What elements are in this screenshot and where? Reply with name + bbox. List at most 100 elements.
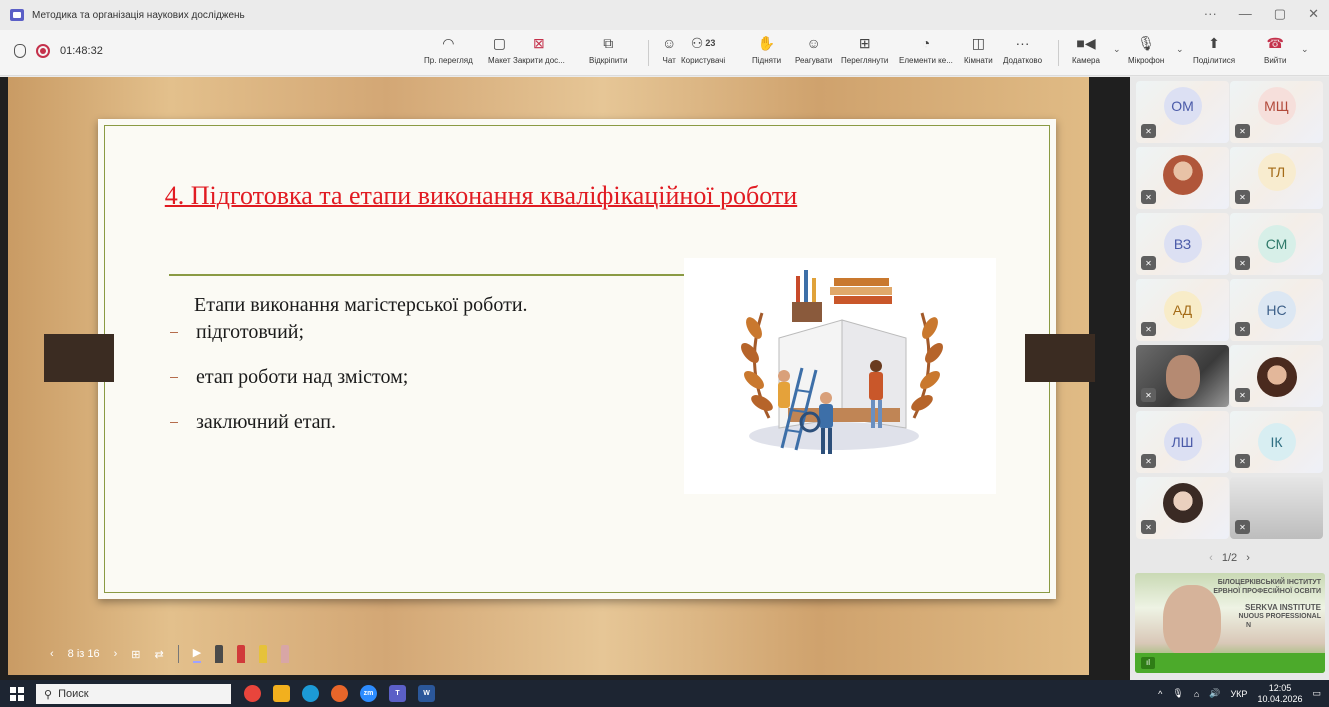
people-count: 23 <box>705 38 716 48</box>
microphone-tray-icon[interactable]: 🎙 <box>1172 688 1183 699</box>
presenter-video[interactable]: БІЛОЦЕРКІВСЬКИЙ ІНСТИТУТ ЕРВНОЇ ПРОФЕСІЙ… <box>1135 573 1325 673</box>
firefox-icon[interactable] <box>331 685 348 702</box>
minimize-button[interactable]: — <box>1239 6 1252 22</box>
previous-slide-button[interactable]: ‹ <box>50 648 54 660</box>
microphone-options-chevron-icon[interactable]: ⌄ <box>1176 44 1184 55</box>
close-button[interactable]: ✕ <box>1308 6 1319 22</box>
gallery-pager[interactable]: ‹ 1/2 › <box>1130 552 1329 564</box>
slide-clip-left <box>44 334 114 382</box>
avatar: АД <box>1163 291 1202 329</box>
toolbar-divider <box>1058 40 1059 66</box>
pointer-tool-icon[interactable]: ▶ <box>192 646 202 663</box>
tray-expand-icon[interactable]: ^ <box>1158 689 1162 699</box>
mic-muted-icon: ✕ <box>1141 388 1156 402</box>
participant-tile[interactable]: СМ ✕ <box>1230 213 1323 275</box>
taskbar-clock[interactable]: 12:05 10.04.2026 <box>1257 683 1302 705</box>
view-button[interactable]: ⊞ Переглянути <box>841 34 888 66</box>
taskbar-search[interactable]: ⚲ Поиск <box>36 684 231 704</box>
volume-icon[interactable]: 🔊 <box>1209 688 1220 699</box>
layout-button[interactable]: ▢ Макет <box>488 34 511 66</box>
shared-screen-stage: 4. Підготовка та етапи виконання кваліфі… <box>0 77 1130 680</box>
more-options-icon[interactable]: ··· <box>1204 6 1217 22</box>
bullet-dash-icon <box>170 422 178 423</box>
highlighter-icon[interactable] <box>259 645 268 663</box>
windows-start-icon[interactable] <box>10 686 24 701</box>
apps-button[interactable]: ◔ Елементи ке... <box>899 34 953 65</box>
participant-tile[interactable]: ✕ <box>1230 345 1323 407</box>
camera-icon: ■◀ <box>1076 34 1096 51</box>
participant-tile[interactable]: ВЗ ✕ <box>1136 213 1229 275</box>
edge-icon[interactable] <box>302 685 319 702</box>
mic-muted-icon: ✕ <box>1235 388 1250 402</box>
network-icon[interactable]: ⌂ <box>1194 689 1199 699</box>
settings-sliders-icon[interactable]: ⇄ <box>155 648 164 661</box>
slide-divider <box>169 274 685 276</box>
avatar: ЛШ <box>1163 423 1202 461</box>
leave-phone-icon: ☎ <box>1266 34 1284 51</box>
preview-button[interactable]: ◠ Пр. перегляд <box>424 34 473 66</box>
chat-button[interactable]: ☺ Чат <box>662 34 676 65</box>
participant-tile[interactable]: ✕ <box>1136 147 1229 209</box>
search-icon: ⚲ <box>44 688 53 701</box>
more-icon: ··· <box>1015 35 1030 51</box>
rooms-button[interactable]: ◫ Кімнати <box>964 34 993 66</box>
teams-icon[interactable]: T <box>389 685 406 702</box>
red-pen-icon[interactable] <box>237 645 246 663</box>
unpin-button[interactable]: ⧉ Відкріпити <box>589 34 627 66</box>
avatar: НС <box>1257 291 1296 329</box>
meeting-timer: 01:48:32 <box>60 45 103 57</box>
camera-button[interactable]: ■◀ Камера <box>1072 34 1100 66</box>
share-icon: ⬆ <box>1208 34 1220 51</box>
next-slide-button[interactable]: › <box>114 648 118 660</box>
mic-muted-icon: ✕ <box>1235 322 1250 336</box>
leave-button[interactable]: ☎ Вийти <box>1264 34 1286 66</box>
shield-icon <box>14 44 26 58</box>
recording-status: 01:48:32 <box>14 44 103 58</box>
participant-tile[interactable]: ✕ <box>1136 477 1229 539</box>
participant-tile[interactable]: ІК ✕ <box>1230 411 1323 473</box>
taskbar-apps: zm T W <box>244 685 435 702</box>
microphone-button[interactable]: 🎙 Мікрофон <box>1128 34 1164 66</box>
restore-button[interactable]: ▢ <box>1274 6 1286 22</box>
participant-tile-video[interactable]: ✕ <box>1230 477 1323 539</box>
institute-sign-line: ЕРВНОЇ ПРОФЕСІЙНОЇ ОСВІТИ <box>1213 588 1321 595</box>
laser-pen-icon[interactable] <box>281 645 290 663</box>
participant-tile[interactable]: ТЛ ✕ <box>1230 147 1323 209</box>
leave-options-chevron-icon[interactable]: ⌄ <box>1301 44 1309 55</box>
word-icon[interactable]: W <box>418 685 435 702</box>
react-icon: ☺ <box>806 35 821 51</box>
participant-tile-video[interactable]: ✕ <box>1136 345 1229 407</box>
notifications-icon[interactable]: ▭ <box>1312 688 1321 699</box>
share-button[interactable]: ⬆ Поділитися <box>1193 34 1235 66</box>
participant-tile[interactable]: АД ✕ <box>1136 279 1229 341</box>
file-explorer-icon[interactable] <box>273 685 290 702</box>
zoom-icon[interactable]: zm <box>360 685 377 702</box>
raise-hand-button[interactable]: ✋ Підняти <box>752 34 781 66</box>
participant-tile[interactable]: МЩ ✕ <box>1230 81 1323 143</box>
recording-icon <box>36 44 50 58</box>
camera-options-chevron-icon[interactable]: ⌄ <box>1113 44 1121 55</box>
participant-tile[interactable]: ОМ ✕ <box>1136 81 1229 143</box>
gallery-prev-icon[interactable]: ‹ <box>1209 552 1213 564</box>
gallery-next-icon[interactable]: › <box>1246 552 1250 564</box>
slide-title: 4. Підготовка та етапи виконання кваліфі… <box>164 181 798 210</box>
mic-muted-icon: ✕ <box>1141 454 1156 468</box>
gallery-page: 1/2 <box>1221 552 1238 564</box>
eraser-tool-icon[interactable] <box>215 645 224 663</box>
people-button[interactable]: ⚇ 23 Користувачі <box>681 34 725 66</box>
language-indicator[interactable]: УКР <box>1230 689 1247 699</box>
stop-sharing-button[interactable]: ⊠ Закрити дос... <box>513 34 565 66</box>
avatar: СМ <box>1257 225 1296 263</box>
slide-list-item: заключний етап. <box>170 411 528 434</box>
participant-tile[interactable]: ЛШ ✕ <box>1136 411 1229 473</box>
more-button[interactable]: ··· Додатково <box>1003 34 1042 65</box>
mic-muted-icon: ✕ <box>1141 520 1156 534</box>
participant-tile[interactable]: НС ✕ <box>1230 279 1323 341</box>
slide-list-item: підготовчий; <box>170 321 528 344</box>
signal-bars-icon: ıl <box>1141 657 1155 669</box>
mic-muted-icon: ✕ <box>1235 124 1250 138</box>
chrome-icon[interactable] <box>244 685 261 702</box>
react-button[interactable]: ☺ Реагувати <box>795 34 832 65</box>
participant-video-face <box>1166 355 1200 399</box>
grid-view-icon[interactable]: ⊞ <box>131 648 140 661</box>
